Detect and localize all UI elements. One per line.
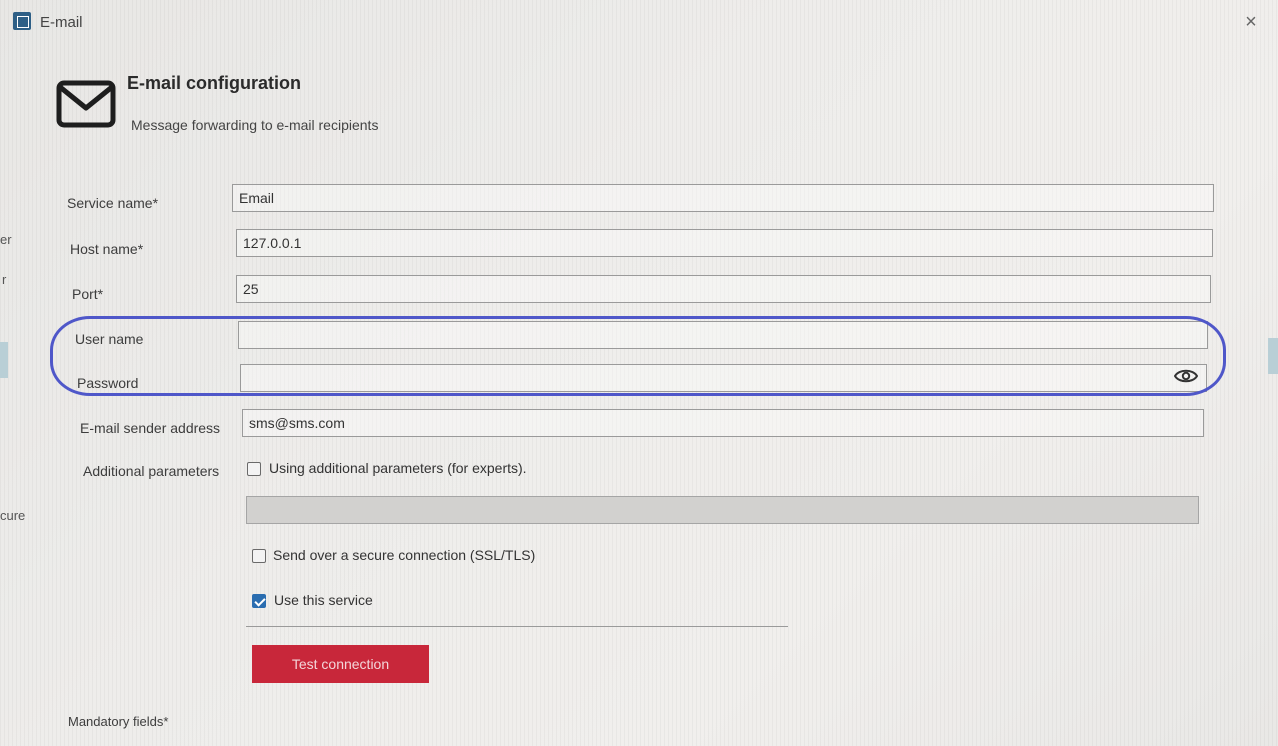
background-window-strip-right [1268,338,1278,374]
app-icon [13,12,31,30]
close-button[interactable]: × [1236,8,1266,36]
secure-connection-checkbox[interactable] [252,549,266,563]
additional-parameters-input [246,496,1199,524]
service-name-label: Service name* [67,195,159,211]
email-dialog: er r cure E-mail × E-mail configuration … [0,0,1278,746]
host-name-input[interactable] [236,229,1213,257]
port-input[interactable] [236,275,1211,303]
eye-icon[interactable] [1174,368,1198,384]
sender-address-input[interactable] [242,409,1204,437]
background-window-strip [0,342,8,378]
test-connection-button[interactable]: Test connection [252,645,429,683]
password-input[interactable] [240,364,1207,392]
use-service-checkbox[interactable] [252,594,266,608]
host-name-label: Host name* [70,241,144,257]
user-name-input[interactable] [238,321,1208,349]
window-title: E-mail [40,14,83,31]
secure-connection-label[interactable]: Send over a secure connection (SSL/TLS) [273,547,535,563]
user-name-label: User name [75,331,144,347]
mandatory-fields-note: Mandatory fields* [68,714,169,729]
divider [246,626,788,627]
page-subtitle: Message forwarding to e-mail recipients [131,117,379,133]
additional-parameters-checkbox-label[interactable]: Using additional parameters (for experts… [269,460,527,476]
background-text-fragment: er [0,232,12,247]
password-label: Password [77,375,139,391]
additional-parameters-checkbox[interactable] [247,462,261,476]
service-name-input[interactable] [232,184,1214,212]
title-bar: E-mail × [0,0,1278,40]
additional-parameters-label: Additional parameters [83,463,220,479]
background-text-fragment: r [2,272,7,287]
use-service-label[interactable]: Use this service [274,592,373,608]
sender-address-label: E-mail sender address [80,420,221,436]
mail-icon [56,80,116,128]
page-title: E-mail configuration [127,73,302,93]
background-text-fragment: cure [0,508,26,523]
port-label: Port* [72,286,104,302]
